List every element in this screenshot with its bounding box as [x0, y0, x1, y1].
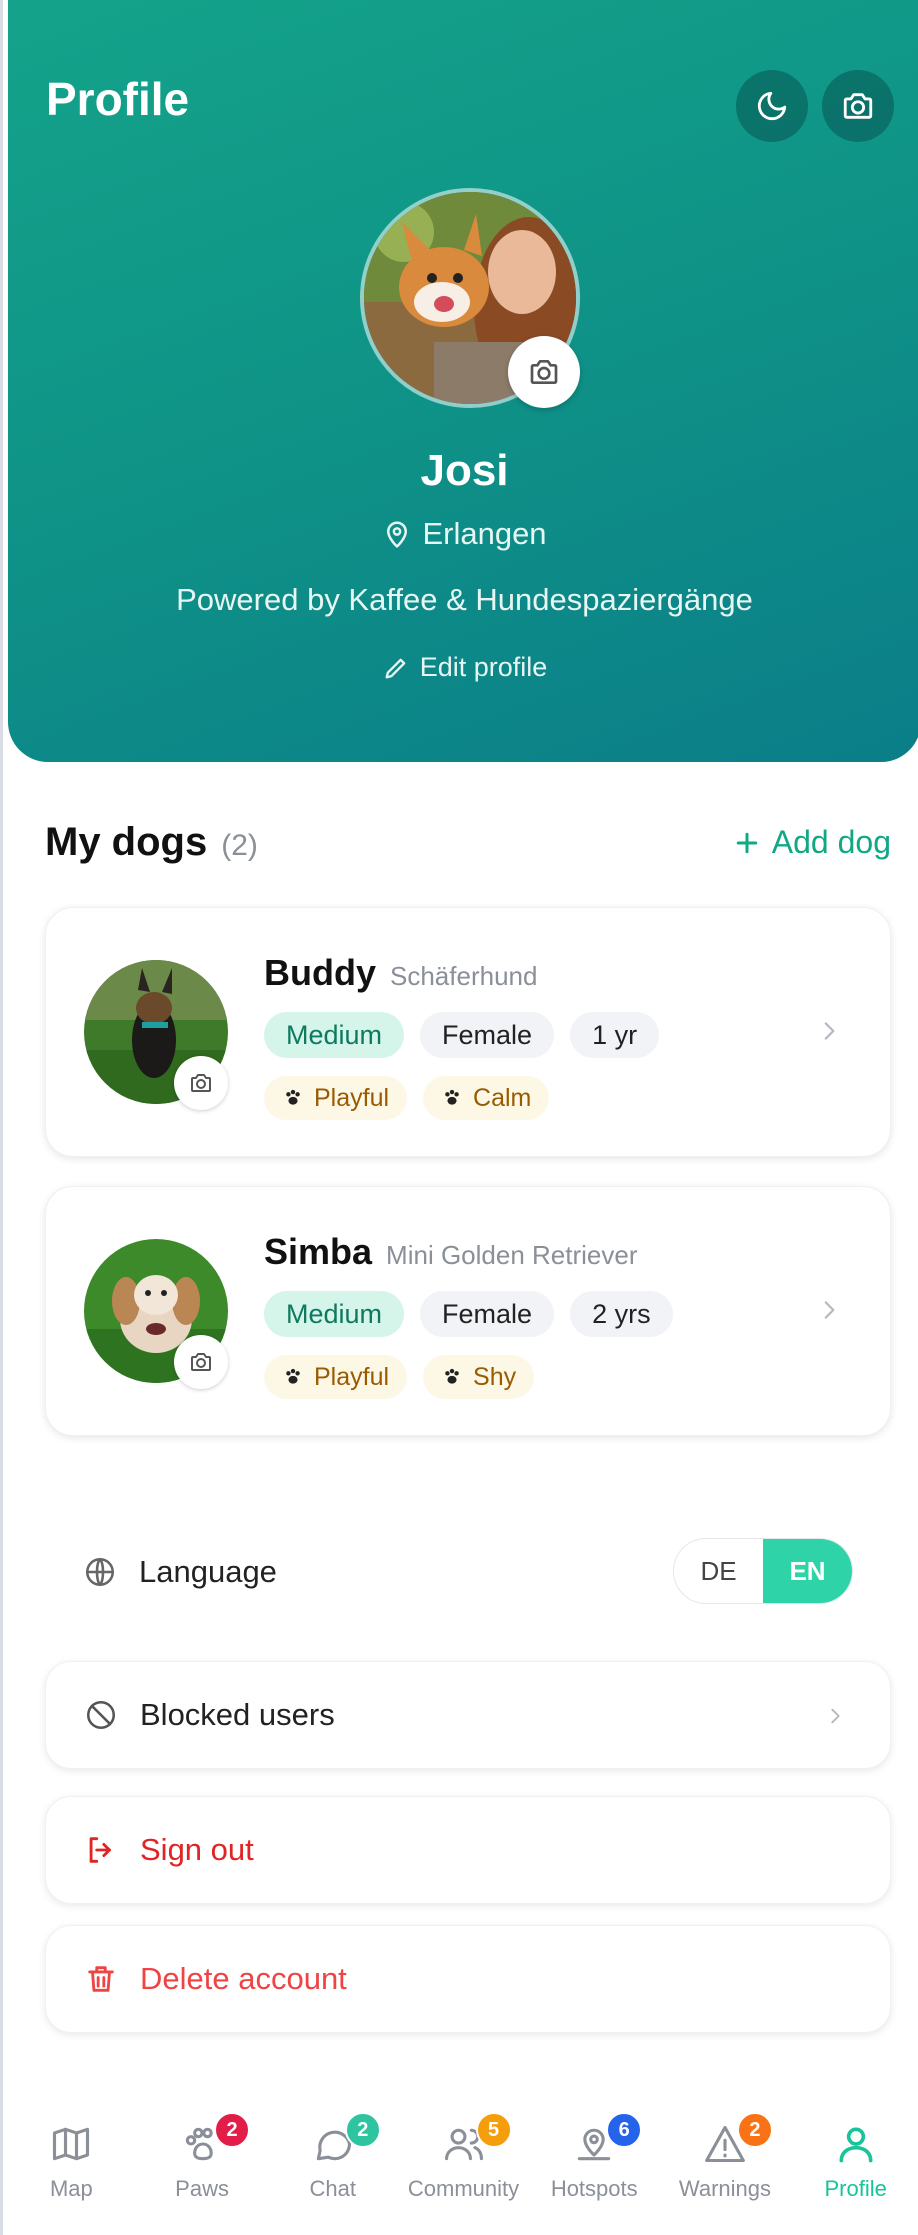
dog-camera-button[interactable] — [174, 1056, 228, 1110]
age-chip: 2 yrs — [570, 1291, 673, 1337]
nav-label: Map — [49, 2176, 93, 2201]
page-title: Profile — [46, 73, 190, 125]
trash-icon — [88, 1966, 114, 1992]
community-badge: 5 — [475, 2112, 512, 2148]
user-bio: Powered by Kaffee & Hundespaziergänge — [176, 582, 753, 617]
dog-chips: Medium Female 1 yr — [264, 1012, 660, 1058]
user-icon — [839, 2127, 873, 2163]
dogs-count: (2) — [221, 829, 258, 862]
trait-label: Playful — [314, 1362, 390, 1391]
dog-breed: Mini Golden Retriever — [386, 1240, 638, 1270]
map-icon — [53, 2127, 90, 2161]
delete-account-label: Delete account — [140, 1961, 347, 1996]
language-label: Language — [139, 1554, 277, 1589]
paws-badge: 2 — [214, 2112, 251, 2148]
location-pin-icon — [387, 521, 408, 548]
camera-icon — [191, 1353, 211, 1371]
block-icon — [86, 1700, 116, 1730]
trait-chip: Shy — [423, 1355, 535, 1399]
paw-icon — [445, 1089, 459, 1105]
dog-name-text: Simba — [264, 1231, 373, 1272]
paw-icon — [286, 1089, 300, 1105]
add-dog-button[interactable]: Add dog — [732, 824, 891, 861]
location-text: Erlangen — [422, 516, 547, 551]
dog-breed: Schäferhund — [390, 961, 538, 991]
language-toggle[interactable]: DE EN — [673, 1538, 853, 1604]
blocked-users-label: Blocked users — [140, 1697, 335, 1732]
nav-label: Chat — [309, 2176, 357, 2201]
nav-item-community[interactable]: 5 Community — [398, 2098, 529, 2235]
avatar-camera-button[interactable] — [508, 336, 580, 408]
dog-card-simba[interactable]: Simba Mini Golden Retriever Medium Female… — [45, 1186, 891, 1436]
warnings-badge: 2 — [736, 2112, 773, 2148]
chat-badge: 2 — [344, 2112, 381, 2148]
nav-label: Profile — [824, 2176, 887, 2201]
trait-chip: Playful — [264, 1355, 408, 1399]
nav-label: Community — [407, 2176, 520, 2201]
language-row: Language DE EN — [45, 1528, 891, 1616]
profile-header: Profile Josi Erlangen Powered by Kaffee … — [8, 0, 918, 762]
nav-item-hotspots[interactable]: 6 Hotspots — [529, 2098, 660, 2235]
trait-label: Shy — [473, 1362, 517, 1391]
plus-icon — [736, 832, 758, 853]
header-camera-button[interactable] — [822, 70, 894, 142]
nav-label: Hotspots — [550, 2176, 638, 2201]
chevron-right-icon — [816, 1293, 842, 1332]
camera-icon — [191, 1074, 211, 1092]
dog-traits: Playful Shy — [264, 1355, 535, 1399]
dog-card-buddy[interactable]: Buddy Schäferhund Medium Female 1 yr Play… — [45, 907, 891, 1157]
bottom-nav: Map 2 Paws 2 Chat 5 Community 6 Hotspots… — [6, 2098, 918, 2235]
pencil-icon — [385, 658, 406, 678]
size-chip: Medium — [264, 1012, 405, 1058]
blocked-users-button[interactable]: Blocked users — [45, 1661, 891, 1769]
gender-chip: Female — [420, 1012, 555, 1058]
trait-chip: Calm — [423, 1076, 550, 1120]
nav-item-map[interactable]: Map — [6, 2098, 137, 2235]
age-chip: 1 yr — [570, 1012, 660, 1058]
edit-profile-label: Edit profile — [419, 652, 548, 682]
nav-label: Paws — [175, 2176, 229, 2201]
chevron-right-icon — [816, 1014, 842, 1053]
nav-item-warnings[interactable]: 2 Warnings — [660, 2098, 791, 2235]
delete-account-button[interactable]: Delete account — [45, 1925, 891, 2033]
trait-chip: Playful — [264, 1076, 408, 1120]
camera-icon — [530, 360, 558, 384]
nav-item-chat[interactable]: 2 Chat — [267, 2098, 398, 2235]
paw-icon — [286, 1368, 300, 1384]
size-chip: Medium — [264, 1291, 405, 1337]
nav-item-profile[interactable]: Profile — [790, 2098, 918, 2235]
app-screen: Profile Josi Erlangen Powered by Kaffee … — [0, 0, 918, 2235]
dogs-section-header: My dogs (2) Add dog — [45, 820, 891, 865]
globe-icon — [85, 1557, 115, 1587]
edit-profile-button[interactable]: Edit profile — [8, 652, 918, 683]
dogs-title-group: My dogs (2) — [45, 820, 258, 865]
dark-mode-button[interactable] — [736, 70, 808, 142]
gender-chip: Female — [420, 1291, 555, 1337]
trait-label: Calm — [473, 1083, 532, 1112]
dog-name: Simba Mini Golden Retriever — [264, 1231, 637, 1273]
add-dog-label: Add dog — [771, 824, 891, 860]
trait-label: Playful — [314, 1083, 390, 1112]
hotspots-badge: 6 — [606, 2112, 643, 2148]
moon-icon — [757, 91, 787, 121]
lang-option-de[interactable]: DE — [674, 1539, 763, 1603]
dog-name-text: Buddy — [264, 952, 376, 993]
profile-avatar-container — [360, 188, 580, 408]
sign-out-label: Sign out — [140, 1832, 254, 1867]
sign-out-icon — [89, 1837, 111, 1863]
camera-icon — [843, 93, 873, 119]
dog-name: Buddy Schäferhund — [264, 952, 537, 994]
user-location: Erlangen — [8, 516, 918, 552]
paw-icon — [445, 1368, 459, 1384]
nav-label: Warnings — [678, 2176, 771, 2201]
sign-out-button[interactable]: Sign out — [45, 1796, 891, 1904]
dog-chips: Medium Female 2 yrs — [264, 1291, 673, 1337]
nav-item-paws[interactable]: 2 Paws — [137, 2098, 268, 2235]
chevron-right-icon — [824, 1702, 846, 1735]
dog-camera-button[interactable] — [174, 1335, 228, 1389]
lang-option-en[interactable]: EN — [763, 1539, 852, 1603]
user-name: Josi — [420, 446, 509, 495]
section-title: My dogs — [45, 820, 208, 864]
dog-traits: Playful Calm — [264, 1076, 550, 1120]
